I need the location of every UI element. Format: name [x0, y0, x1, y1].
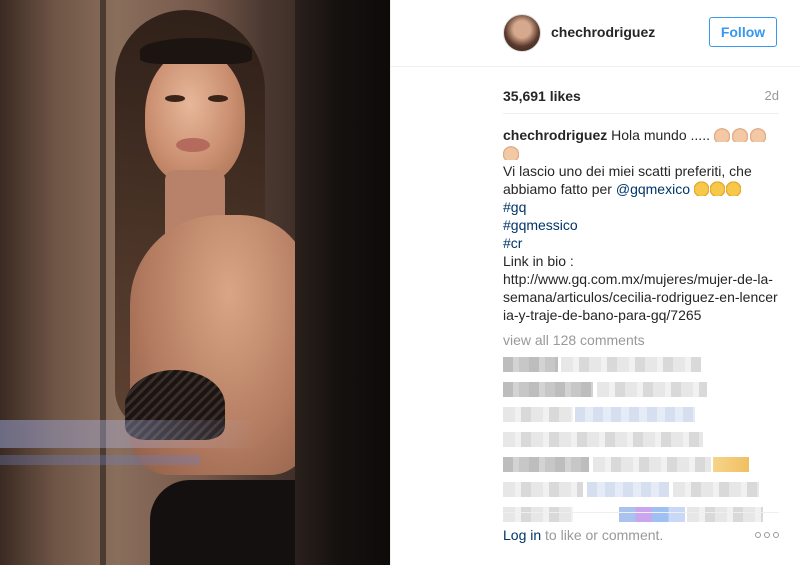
thumbs-up-emoji-icon — [725, 181, 741, 196]
instagram-post: chechrodriguez Follow 35,691 likes 2d ch… — [0, 0, 800, 565]
likes-row: 35,691 likes 2d — [503, 78, 779, 114]
caption: chechrodriguez Hola mundo ..... Vi lasci… — [503, 126, 779, 324]
post-photo[interactable] — [0, 0, 390, 565]
post-body: 35,691 likes 2d chechrodriguez Hola mund… — [503, 78, 779, 529]
comment-row — [503, 454, 779, 477]
comment-row — [503, 404, 779, 427]
view-all-comments[interactable]: view all 128 comments — [503, 332, 779, 348]
hashtag-gqmessico[interactable]: #gqmessico — [503, 216, 779, 234]
raising-hands-emoji-icon — [503, 146, 519, 160]
raising-hands-emoji-icon — [731, 128, 748, 142]
raising-hands-emoji-icon — [749, 128, 766, 142]
comment-row — [503, 354, 779, 377]
blurred-comments — [503, 354, 779, 527]
caption-text-1: Hola mundo ..... — [611, 127, 710, 143]
mention-gqmexico[interactable]: @gqmexico — [616, 181, 690, 197]
header-username[interactable]: chechrodriguez — [551, 24, 655, 40]
login-prompt-text: to like or comment. — [541, 526, 664, 543]
link-in-bio-label: Link in bio : — [503, 253, 574, 269]
login-prompt: Log in to like or comment. — [503, 527, 663, 543]
login-link[interactable]: Log in — [503, 527, 541, 543]
hashtag-gq[interactable]: #gq — [503, 198, 779, 216]
thumbs-up-emoji-icon — [693, 181, 709, 196]
hashtag-cr[interactable]: #cr — [503, 234, 779, 252]
caption-username[interactable]: chechrodriguez — [503, 127, 607, 143]
caption-url: http://www.gq.com.mx/mujeres/mujer-de-la… — [503, 271, 778, 323]
comment-row — [503, 379, 779, 402]
raising-hands-emoji-icon — [713, 128, 730, 142]
comment-row — [503, 479, 779, 502]
post-header: chechrodriguez Follow — [391, 0, 800, 67]
follow-button[interactable]: Follow — [709, 17, 777, 47]
thumbs-up-emoji-icon — [709, 181, 725, 196]
avatar[interactable] — [503, 14, 541, 52]
comment-row — [503, 429, 779, 452]
likes-count[interactable]: 35,691 likes — [503, 88, 581, 104]
post-age[interactable]: 2d — [765, 88, 779, 103]
more-options-icon[interactable] — [755, 531, 779, 538]
post-footer: Log in to like or comment. — [503, 512, 779, 556]
post-sidebar: chechrodriguez Follow 35,691 likes 2d ch… — [390, 0, 800, 565]
